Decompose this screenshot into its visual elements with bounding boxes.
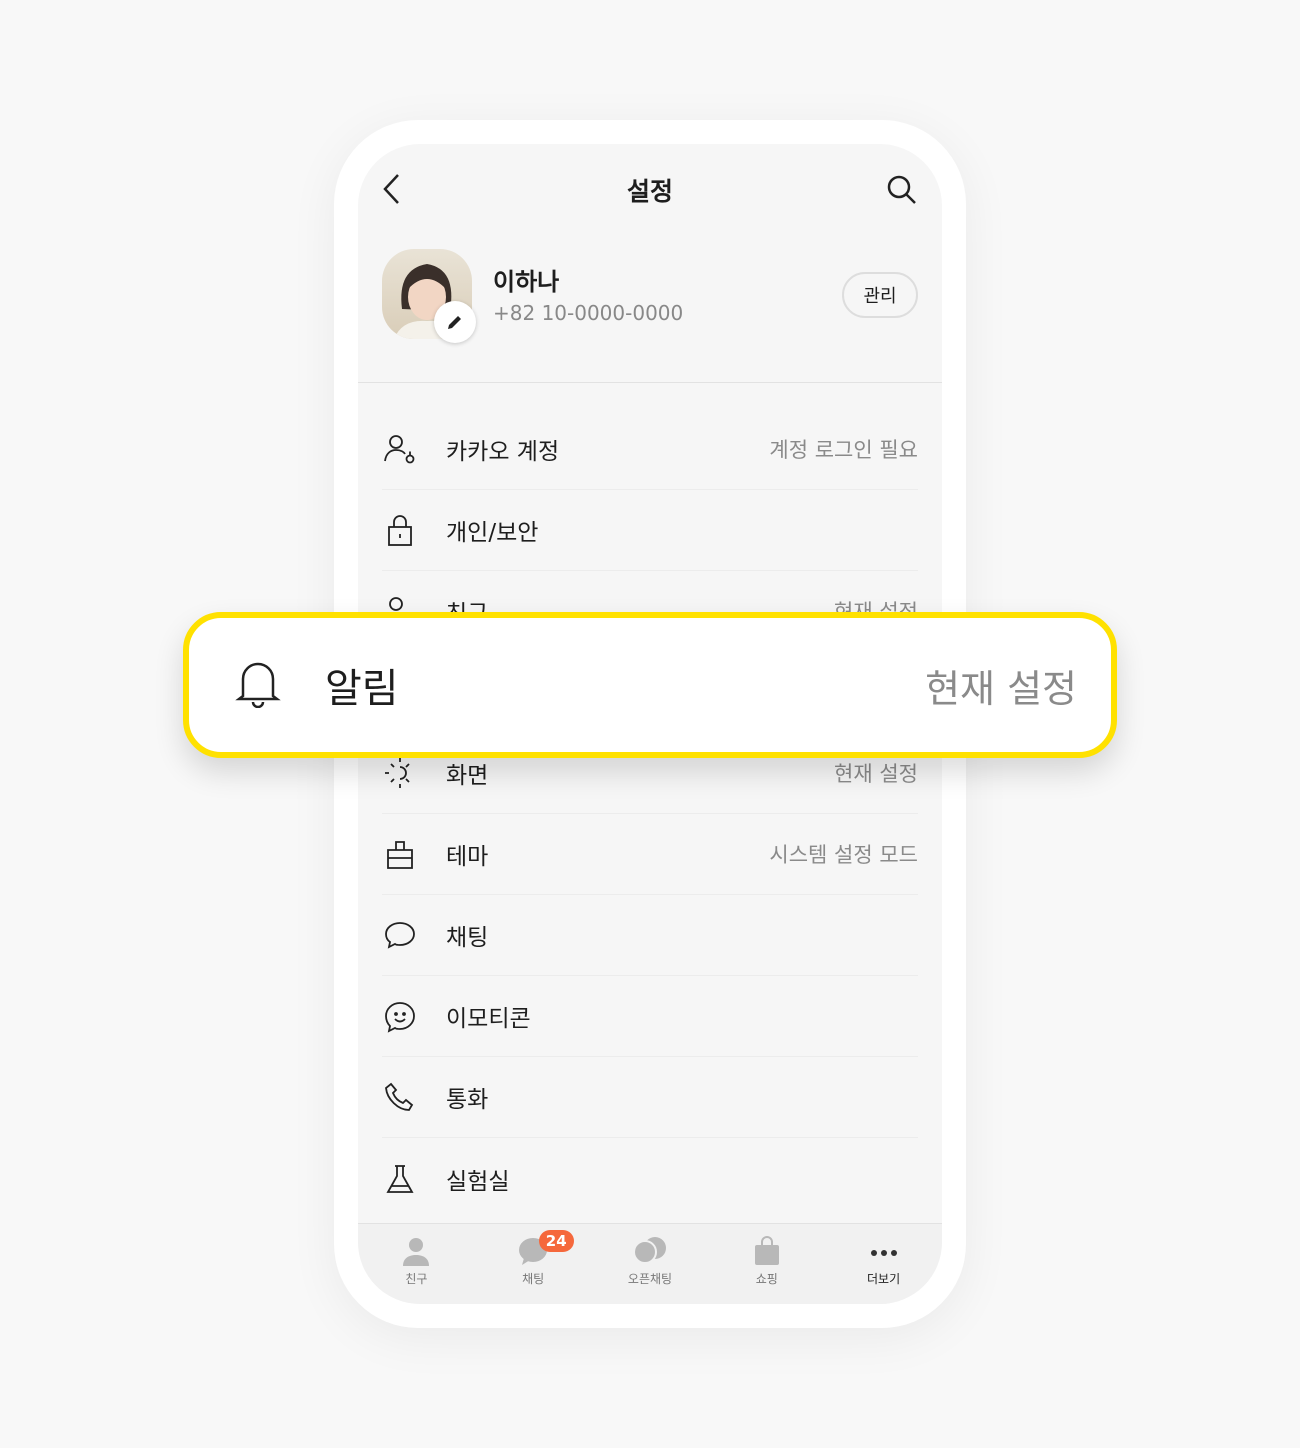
- manage-button[interactable]: 관리: [842, 272, 918, 318]
- row-value: 시스템 설정 모드: [769, 843, 918, 867]
- settings-row-emoticon[interactable]: 이모티콘: [382, 976, 918, 1057]
- tab-label: 채팅: [522, 1272, 545, 1286]
- tab-label: 오픈채팅: [627, 1272, 673, 1286]
- tab-open-chat[interactable]: 오픈채팅: [592, 1224, 709, 1304]
- profile-name: 이하나: [493, 268, 560, 296]
- highlighted-notifications-row[interactable]: 알림 현재 설정: [183, 612, 1117, 758]
- settings-row-kakao-account[interactable]: 카카오 계정 계정 로그인 필요: [382, 409, 918, 490]
- row-label: 테마: [446, 844, 489, 870]
- row-label: 알림: [325, 666, 399, 712]
- row-value: 현재 설정: [834, 762, 918, 786]
- sun-icon: [382, 753, 422, 793]
- edit-profile-button[interactable]: [434, 301, 476, 343]
- row-label: 채팅: [446, 925, 489, 951]
- tab-label: 친구: [405, 1272, 428, 1286]
- tab-chats[interactable]: 24 채팅: [475, 1224, 592, 1304]
- settings-row-call[interactable]: 통화: [382, 1057, 918, 1138]
- phone-icon: [382, 1077, 422, 1117]
- person-icon: [403, 1238, 430, 1266]
- open-chat-icon: [632, 1237, 666, 1264]
- unread-badge: 24: [538, 1230, 574, 1252]
- settings-row-chat[interactable]: 채팅: [382, 895, 918, 976]
- bell-icon: [235, 658, 281, 712]
- row-label: 개인/보안: [446, 520, 539, 546]
- flask-icon: [382, 1159, 422, 1199]
- page-title: 설정: [626, 177, 673, 206]
- tab-label: 쇼핑: [755, 1272, 778, 1286]
- settings-row-theme[interactable]: 테마 시스템 설정 모드: [382, 814, 918, 895]
- pencil-icon: [448, 316, 461, 329]
- row-value: 현재 설정: [925, 666, 1077, 711]
- row-label: 카카오 계정: [446, 439, 560, 465]
- row-value: 계정 로그인 필요: [769, 438, 918, 462]
- row-label: 이모티콘: [446, 1006, 531, 1032]
- search-icon[interactable]: [886, 174, 918, 210]
- divider: [358, 382, 942, 383]
- row-label: 통화: [446, 1087, 489, 1113]
- more-icon: [870, 1250, 897, 1256]
- settings-row-lab[interactable]: 실험실: [382, 1138, 918, 1219]
- tab-friends[interactable]: 친구: [358, 1224, 475, 1304]
- settings-row-privacy[interactable]: 개인/보안: [382, 490, 918, 571]
- lock-icon: [382, 510, 422, 550]
- chat-icon: [382, 915, 422, 955]
- row-label: 실험실: [446, 1168, 510, 1195]
- theme-icon: [382, 834, 422, 874]
- emoticon-icon: [382, 996, 422, 1036]
- tab-shopping[interactable]: 쇼핑: [708, 1224, 825, 1304]
- tab-label: 더보기: [867, 1272, 901, 1286]
- bottom-tab-bar: 친구 24 채팅 오픈채팅 쇼핑 더보기: [358, 1223, 942, 1304]
- profile-phone: +82 10-0000-0000: [493, 301, 684, 325]
- row-label: 화면: [446, 763, 489, 789]
- account-icon: [382, 429, 422, 469]
- tab-more[interactable]: 더보기: [825, 1224, 942, 1304]
- shopping-bag-icon: [754, 1236, 779, 1265]
